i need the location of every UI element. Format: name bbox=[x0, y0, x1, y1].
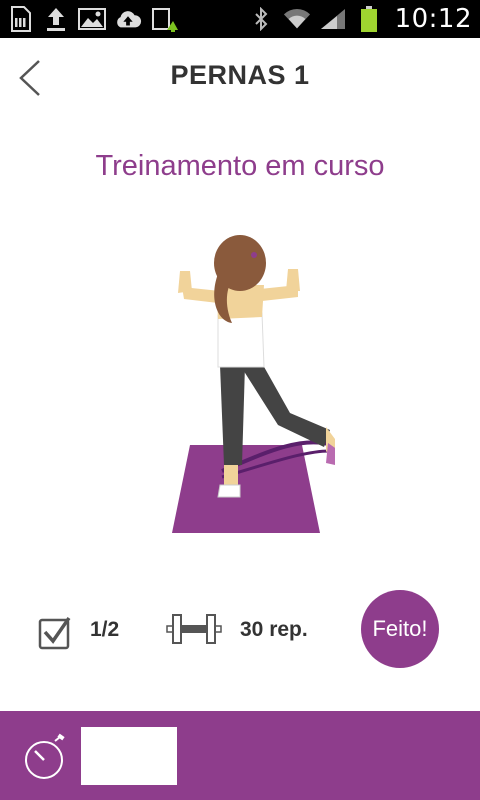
timer-display bbox=[81, 727, 177, 785]
reps-counter: 30 rep. bbox=[240, 618, 308, 641]
dumbbell-icon bbox=[166, 612, 222, 646]
sync-icon bbox=[150, 5, 178, 33]
page-title: PERNAS 1 bbox=[170, 60, 310, 90]
sets-counter: 1/2 bbox=[90, 618, 120, 641]
image-icon bbox=[78, 5, 106, 33]
checkbox-checked-icon bbox=[38, 616, 72, 650]
exercise-stats: 1/2 30 rep. Feito! bbox=[0, 588, 480, 668]
stopwatch-icon bbox=[24, 733, 68, 781]
workout-status-title: Treinamento em curso bbox=[95, 150, 385, 182]
bottom-bar bbox=[0, 711, 480, 800]
sd-card-icon bbox=[6, 5, 34, 33]
upload-icon bbox=[42, 5, 70, 33]
battery-icon bbox=[355, 5, 383, 33]
cloud-upload-icon bbox=[114, 5, 142, 33]
app-header: PERNAS 1 bbox=[0, 38, 480, 118]
exercise-illustration bbox=[160, 225, 348, 535]
clock: 10:12 bbox=[394, 4, 472, 34]
status-bar: 10:12 bbox=[0, 0, 480, 38]
wifi-icon bbox=[283, 5, 311, 33]
notification-icons bbox=[6, 5, 178, 33]
done-button[interactable]: Feito! bbox=[361, 590, 439, 668]
signal-icon bbox=[319, 5, 347, 33]
bluetooth-icon bbox=[247, 5, 275, 33]
